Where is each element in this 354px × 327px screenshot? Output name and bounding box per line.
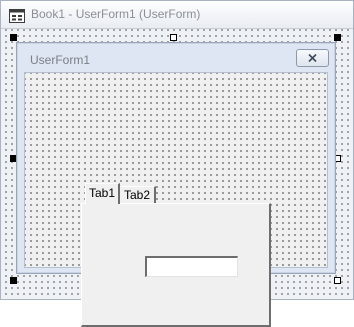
userform-designer-icon <box>9 9 25 23</box>
userform-client-area[interactable]: Tab1 Tab2 <box>24 72 328 327</box>
userform-designer-window: Book1 - UserForm1 (UserForm) UserForm1 T… <box>0 0 354 327</box>
resize-handle-top-right[interactable] <box>334 34 341 41</box>
textbox[interactable] <box>145 256 238 277</box>
tab-tab1[interactable]: Tab1 <box>85 183 120 204</box>
title-bar[interactable]: Book1 - UserForm1 (UserForm) <box>1 1 353 29</box>
resize-handle-bottom-right[interactable] <box>334 277 341 284</box>
resize-handle-top-center[interactable] <box>170 34 177 41</box>
resize-handle-top-left[interactable] <box>10 34 17 41</box>
close-button[interactable] <box>296 49 329 67</box>
resize-handle-bottom-left[interactable] <box>10 277 17 284</box>
userform-caption: UserForm1 <box>30 53 91 67</box>
multipage-control[interactable]: Tab1 Tab2 <box>81 143 271 327</box>
userform[interactable]: UserForm1 Tab1 Tab2 <box>16 42 336 327</box>
tab-page-body[interactable] <box>81 203 271 327</box>
tab-tab2[interactable]: Tab2 <box>119 186 156 203</box>
window-title: Book1 - UserForm1 (UserForm) <box>31 7 201 21</box>
close-icon <box>308 53 317 63</box>
